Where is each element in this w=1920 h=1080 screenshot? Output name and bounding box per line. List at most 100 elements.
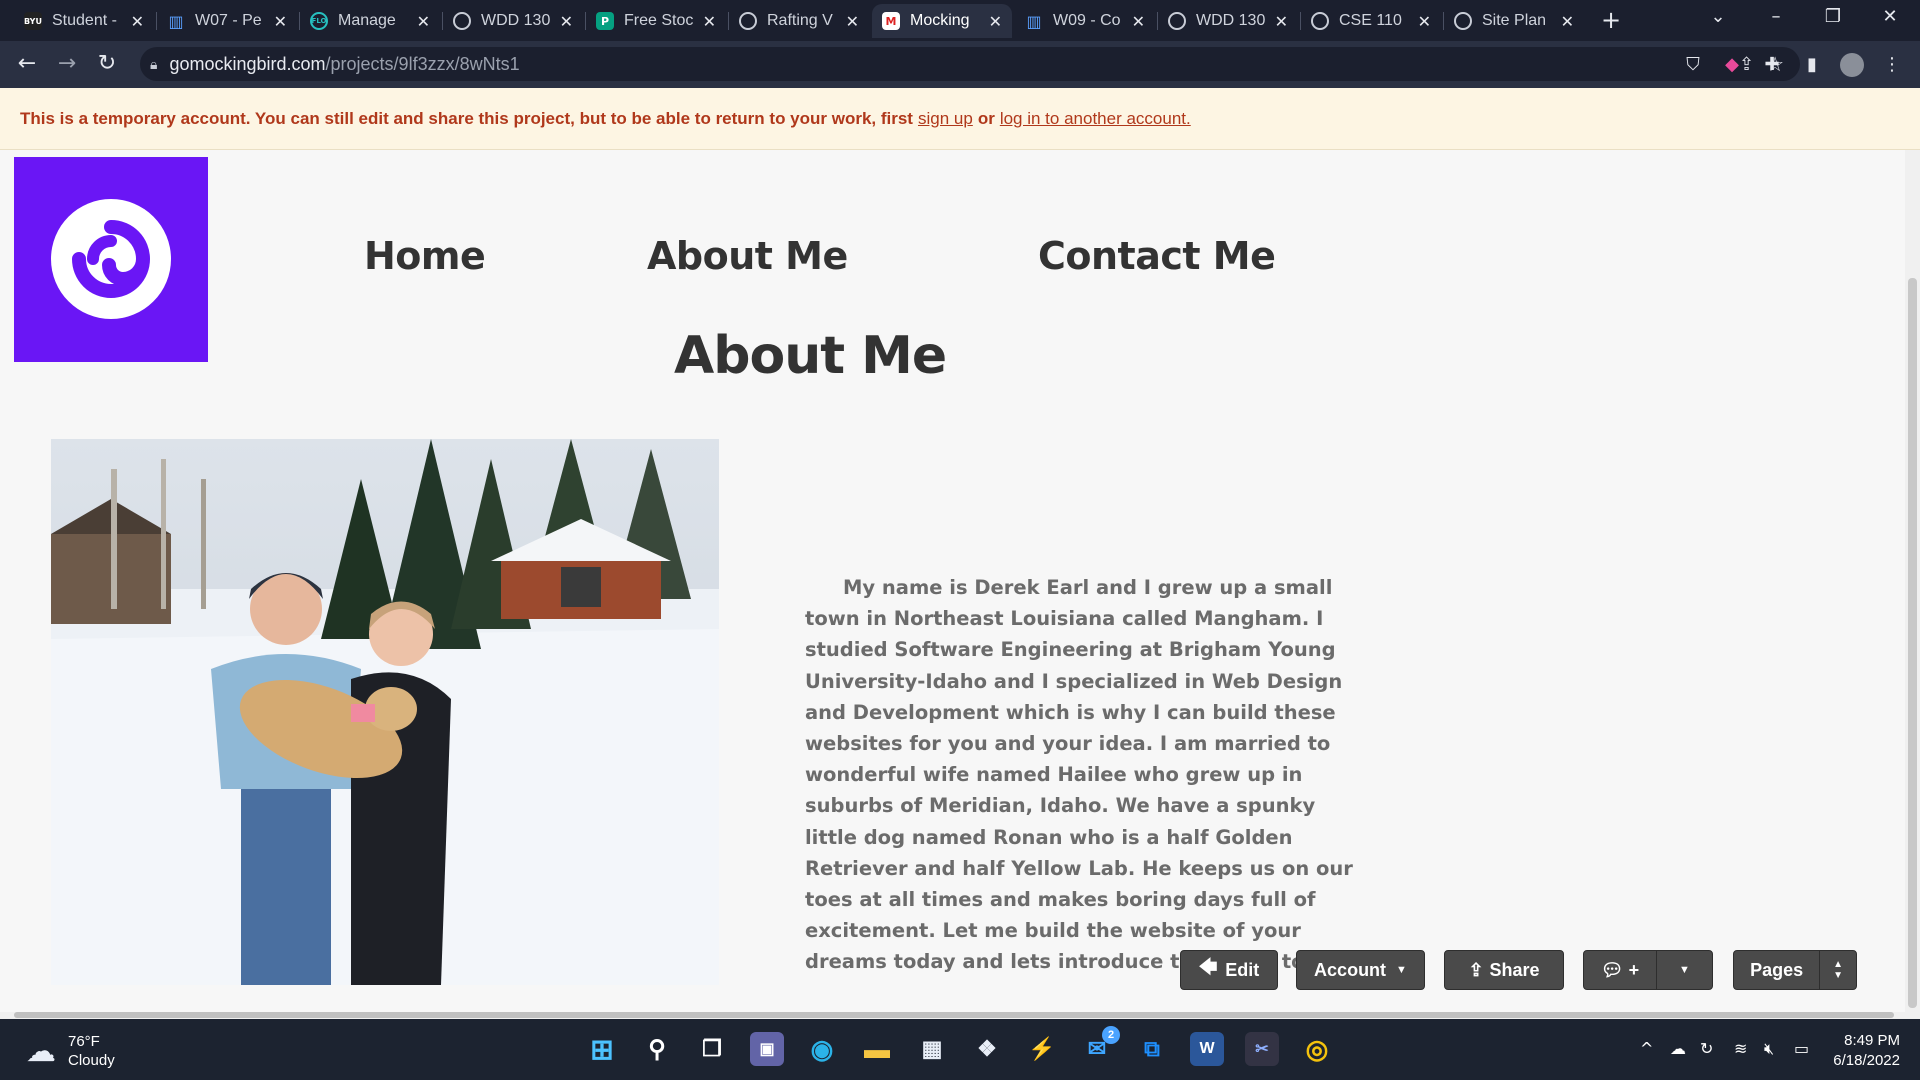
color-picker-extension-icon[interactable]: ◆ [1720,53,1744,77]
edit-button[interactable]: 🡄 Edit [1180,950,1278,990]
site-logo [14,157,208,362]
tab-rafting[interactable]: Rafting V ✕ [729,4,869,38]
tab-student[interactable]: BYU Student - ✕ [14,4,154,38]
comment-button-group: 💬︎ + ▼ [1583,950,1713,990]
reload-button[interactable]: ↻ [93,51,121,79]
tab-w07[interactable]: ▥ W07 - Pe ✕ [157,4,297,38]
tab-manage[interactable]: FLO Manage ✕ [300,4,440,38]
close-icon[interactable]: ✕ [1561,12,1574,31]
vertical-scrollbar[interactable] [1905,150,1920,1012]
dropbox-icon[interactable]: ❖ [970,1032,1004,1066]
minimize-button[interactable]: – [1756,6,1796,27]
close-icon[interactable]: ✕ [131,12,144,31]
url-bar[interactable]: 🔒︎ gomockingbird.com/projects/9lf3zzx/8w… [140,47,1800,81]
address-toolbar: ← → ↻ 🔒︎ gomockingbird.com/projects/9lf3… [0,41,1920,88]
file-explorer-icon[interactable]: ▬ [860,1032,894,1066]
task-view-icon[interactable]: ❐ [695,1032,729,1066]
share-button[interactable]: ⇪ Share [1444,950,1564,990]
tab-wdd130-2[interactable]: WDD 130 ✕ [1158,4,1298,38]
pages-button[interactable]: Pages [1734,960,1819,981]
maximize-button[interactable]: ❐ [1813,6,1853,27]
arrow-left-icon: 🡄 [1198,957,1218,977]
shield-icon[interactable]: ⛉ [1681,53,1705,77]
tab-w09[interactable]: ▥ W09 - Co ✕ [1015,4,1155,38]
close-icon[interactable]: ✕ [1275,12,1288,31]
search-icon[interactable]: ⚲ [640,1032,674,1066]
close-icon[interactable]: ✕ [417,12,430,31]
page-heading: About Me [674,326,947,386]
globe-icon [1311,12,1329,30]
onedrive-cloud-icon[interactable]: ☁ [1670,1039,1686,1058]
sign-up-link[interactable]: sign up [918,109,973,129]
chevron-up-icon[interactable]: ^ [1640,1039,1653,1058]
log-in-link[interactable]: log in to another account. [1000,109,1191,129]
account-button[interactable]: Account ▼ [1296,950,1425,990]
temporary-account-banner: This is a temporary account. You can sti… [0,88,1920,150]
spiral-icon [51,199,171,319]
cloud-icon: ☁ [26,1034,56,1068]
globe-icon [1454,12,1472,30]
close-icon[interactable]: ✕ [560,12,573,31]
menu-kebab-icon[interactable]: ⋮ [1880,53,1904,77]
family-photo [51,439,719,985]
mail-icon[interactable]: ✉ 2 [1080,1026,1120,1066]
pexels-icon: P [596,12,614,30]
nav-about-link[interactable]: About Me [647,234,848,278]
tab-cse110[interactable]: CSE 110 ✕ [1301,4,1441,38]
extensions-puzzle-icon[interactable]: ✚ [1760,53,1784,77]
wifi-icon[interactable]: ≋ [1734,1039,1747,1058]
volume-muted-icon[interactable]: 🔇︎ [1764,1039,1774,1059]
new-tab-button[interactable]: + [1598,8,1624,34]
tab-wdd130[interactable]: WDD 130 ✕ [443,4,583,38]
globe-icon [739,12,757,30]
mockup-canvas: Home About Me Contact Me About Me My nam… [0,150,1905,1012]
pages-button-group: Pages ▲ ▼ [1733,950,1857,990]
chrome-icon[interactable]: ◎ [1300,1032,1334,1066]
close-icon[interactable]: ✕ [989,12,1002,31]
globe-icon [453,12,471,30]
pages-stepper-icon[interactable]: ▲ ▼ [1820,959,1856,981]
bio-paragraph: My name is Derek Earl and I grew up a sm… [805,576,1359,974]
windows-start-icon[interactable]: ⊞ [585,1032,619,1066]
vscode-icon[interactable]: ⧉ [1135,1032,1169,1066]
mail-badge: 2 [1102,1026,1120,1044]
sync-icon[interactable]: ↻ [1700,1039,1713,1058]
share-icon: ⇪ [1468,959,1484,980]
microsoft-store-icon[interactable]: ▦ [915,1032,949,1066]
lock-icon: 🔒︎ [150,55,158,72]
teams-chat-icon[interactable]: ▣ [750,1032,784,1066]
tab-free-stock[interactable]: P Free Stoc ✕ [586,4,726,38]
forward-button[interactable]: → [53,51,81,79]
caret-down-icon: ▼ [1396,964,1407,976]
comment-dropdown-caret-icon[interactable]: ▼ [1657,964,1712,976]
window-close-button[interactable]: ✕ [1870,6,1910,27]
tab-search-icon[interactable]: ⌄ [1698,6,1738,27]
close-icon[interactable]: ✕ [703,12,716,31]
weather-widget[interactable]: ☁ 76°F Cloudy [26,1032,115,1070]
close-icon[interactable]: ✕ [274,12,287,31]
battery-icon[interactable]: ▭ [1794,1039,1809,1058]
close-icon[interactable]: ✕ [846,12,859,31]
tab-site-plan[interactable]: Site Plan ✕ [1444,4,1584,38]
globe-icon [1168,12,1186,30]
back-button[interactable]: ← [13,51,41,79]
nav-contact-link[interactable]: Contact Me [1038,234,1276,278]
side-panel-icon[interactable]: ▮ [1800,53,1824,77]
speech-bubble-icon: 💬︎ [1600,959,1624,980]
close-icon[interactable]: ✕ [1418,12,1431,31]
word-icon[interactable]: W [1190,1032,1224,1066]
tab-strip: BYU Student - ✕ ▥ W07 - Pe ✕ FLO Manage … [0,0,1920,41]
byu-icon: BYU [24,12,42,30]
mockingbird-icon: M [882,12,900,30]
windows-taskbar: ☁ 76°F Cloudy ⊞ ⚲ ❐ ▣ ◉ ▬ ▦ ❖ ⚡ ✉ 2 ⧉ W ✂… [0,1019,1920,1080]
horizontal-scrollbar[interactable] [0,1012,1920,1019]
snipping-tool-icon[interactable]: ✂ [1245,1032,1279,1066]
nav-home-link[interactable]: Home [364,234,486,278]
tab-mockingbird[interactable]: M Mocking ✕ [872,4,1012,38]
power-automate-icon[interactable]: ⚡ [1025,1032,1059,1066]
add-comment-button[interactable]: 💬︎ + [1584,960,1656,981]
system-clock[interactable]: 8:49 PM 6/18/2022 [1833,1031,1900,1071]
edge-browser-icon[interactable]: ◉ [805,1032,839,1066]
profile-avatar[interactable] [1840,53,1864,77]
close-icon[interactable]: ✕ [1132,12,1145,31]
